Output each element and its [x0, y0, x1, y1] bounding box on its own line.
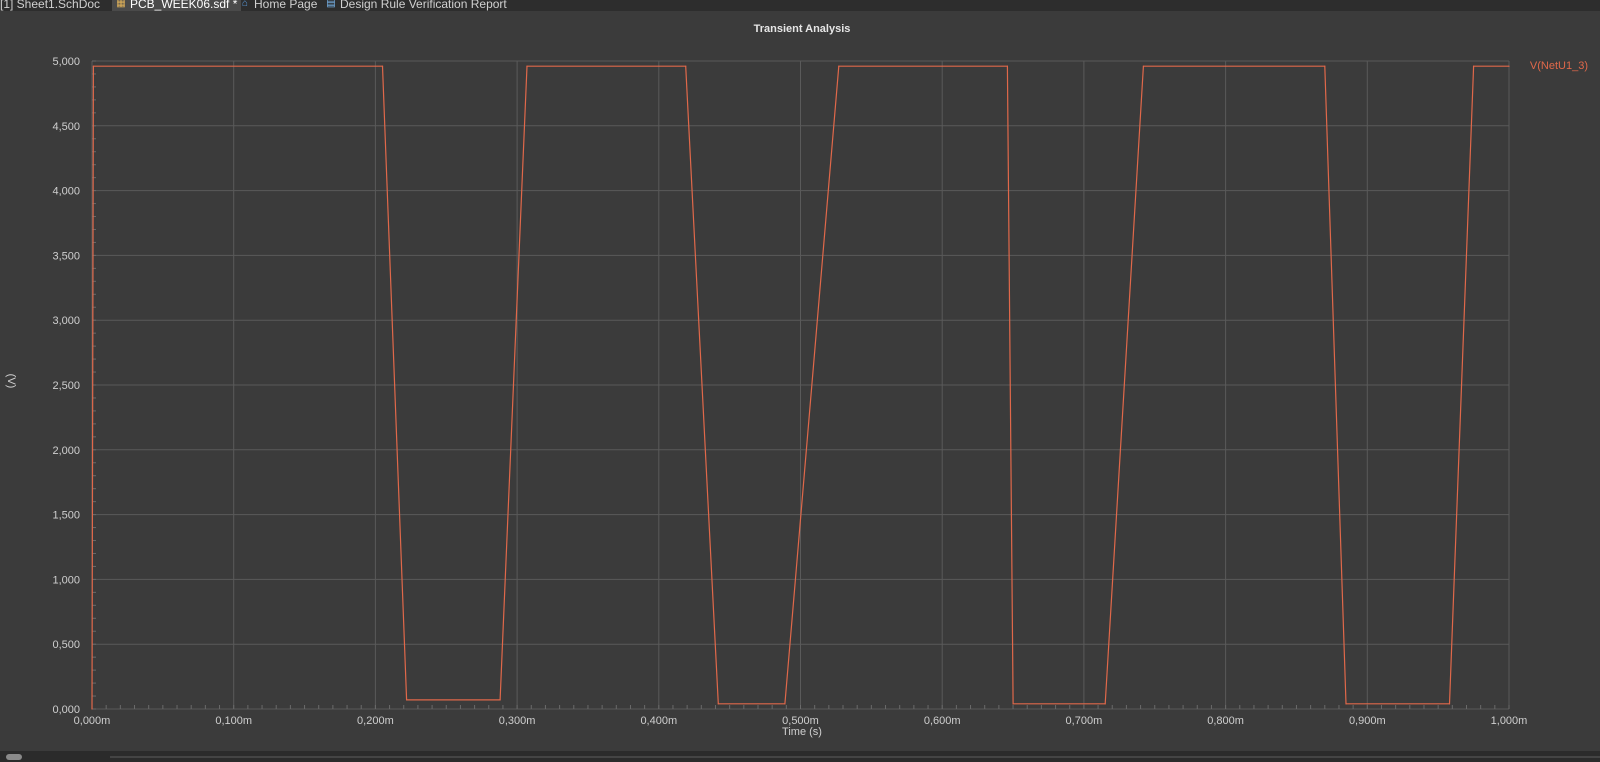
data-point — [1006, 65, 1008, 67]
waveform-chart-area[interactable]: Transient Analysis 0,000 0,500 1,000 1,500 2… — [0, 11, 1600, 751]
x-tick-label: 0,900m — [1349, 715, 1386, 727]
y-tick-label: 3,500 — [52, 250, 80, 262]
y-tick-label: 2,500 — [52, 380, 80, 392]
y-tick-label: 3,000 — [52, 315, 80, 327]
y-tick-label: 4,500 — [52, 121, 80, 133]
home-icon: ⌂ — [241, 0, 249, 9]
data-point — [499, 699, 501, 701]
y-axis-label: (V) — [5, 374, 17, 389]
data-point — [1508, 65, 1510, 67]
y-tick-label: 4,000 — [52, 186, 80, 198]
tab-sheet1-schdoc[interactable]: [1] Sheet1.SchDoc — [0, 0, 104, 11]
data-point — [1448, 703, 1451, 705]
y-tick-label: 0,500 — [52, 639, 80, 651]
tab-label: [1] Sheet1.SchDoc — [0, 0, 101, 11]
x-tick-label: 1,000m — [1491, 715, 1528, 727]
data-point — [1012, 703, 1014, 705]
horizontal-scrollbar[interactable] — [0, 751, 1600, 762]
scrollbar-thumb[interactable] — [6, 754, 22, 760]
x-tick-label: 0,800m — [1207, 715, 1244, 727]
tab-home-page[interactable]: ⌂ Home Page — [236, 0, 321, 11]
data-point — [685, 65, 687, 67]
y-tick-label: 1,000 — [52, 574, 80, 586]
report-icon: ▤ — [326, 0, 336, 9]
tab-label: Home Page — [254, 0, 318, 11]
document-tab-bar: [1] Sheet1.SchDoc ▦ PCB_WEEK06.sdf * ⌂ H… — [0, 0, 1600, 11]
x-tick-label: 0,000m — [74, 715, 111, 727]
y-tick-label: 2,000 — [52, 445, 80, 457]
y-axis-tick-labels: 0,0000,5001,0001,5002,0002,5003,0003,500… — [52, 56, 80, 716]
legend-entry[interactable]: V(NetU1_3) — [1530, 60, 1588, 72]
data-point — [838, 65, 840, 67]
data-point — [91, 708, 93, 710]
data-point — [1104, 703, 1106, 705]
data-point — [1345, 703, 1347, 705]
data-point — [717, 703, 719, 705]
tab-label: PCB_WEEK06.sdf * — [130, 0, 238, 11]
x-tick-label: 0,600m — [924, 715, 961, 727]
simulation-file-icon: ▦ — [116, 0, 126, 9]
tab-design-rule-verification-report[interactable]: ▤ Design Rule Verification Report — [322, 0, 511, 11]
y-tick-label: 5,000 — [52, 56, 80, 68]
data-point — [405, 699, 408, 701]
x-axis-label: Time (s) — [782, 726, 822, 738]
data-point — [381, 65, 384, 67]
x-tick-label: 0,700m — [1066, 715, 1103, 727]
chart-title: Transient Analysis — [754, 23, 851, 35]
grid — [91, 60, 1510, 710]
x-tick-label: 0,300m — [499, 715, 536, 727]
data-point — [784, 703, 786, 705]
x-tick-label: 0,100m — [215, 715, 252, 727]
data-point — [92, 65, 95, 67]
data-point — [1142, 65, 1145, 67]
legend[interactable]: V(NetU1_3) — [1530, 60, 1588, 72]
y-tick-label: 1,500 — [52, 510, 80, 522]
tab-label: Design Rule Verification Report — [340, 0, 507, 11]
scrollbar-track[interactable] — [110, 756, 1600, 758]
x-tick-label: 0,400m — [640, 715, 677, 727]
data-point — [526, 65, 528, 67]
data-point — [1324, 65, 1326, 67]
x-tick-label: 0,200m — [357, 715, 394, 727]
tab-pcb-week06-sdf[interactable]: ▦ PCB_WEEK06.sdf * — [112, 0, 242, 11]
transient-analysis-chart[interactable]: Transient Analysis 0,0000,5001,0001,5002… — [0, 11, 1600, 751]
data-point — [1472, 65, 1475, 67]
